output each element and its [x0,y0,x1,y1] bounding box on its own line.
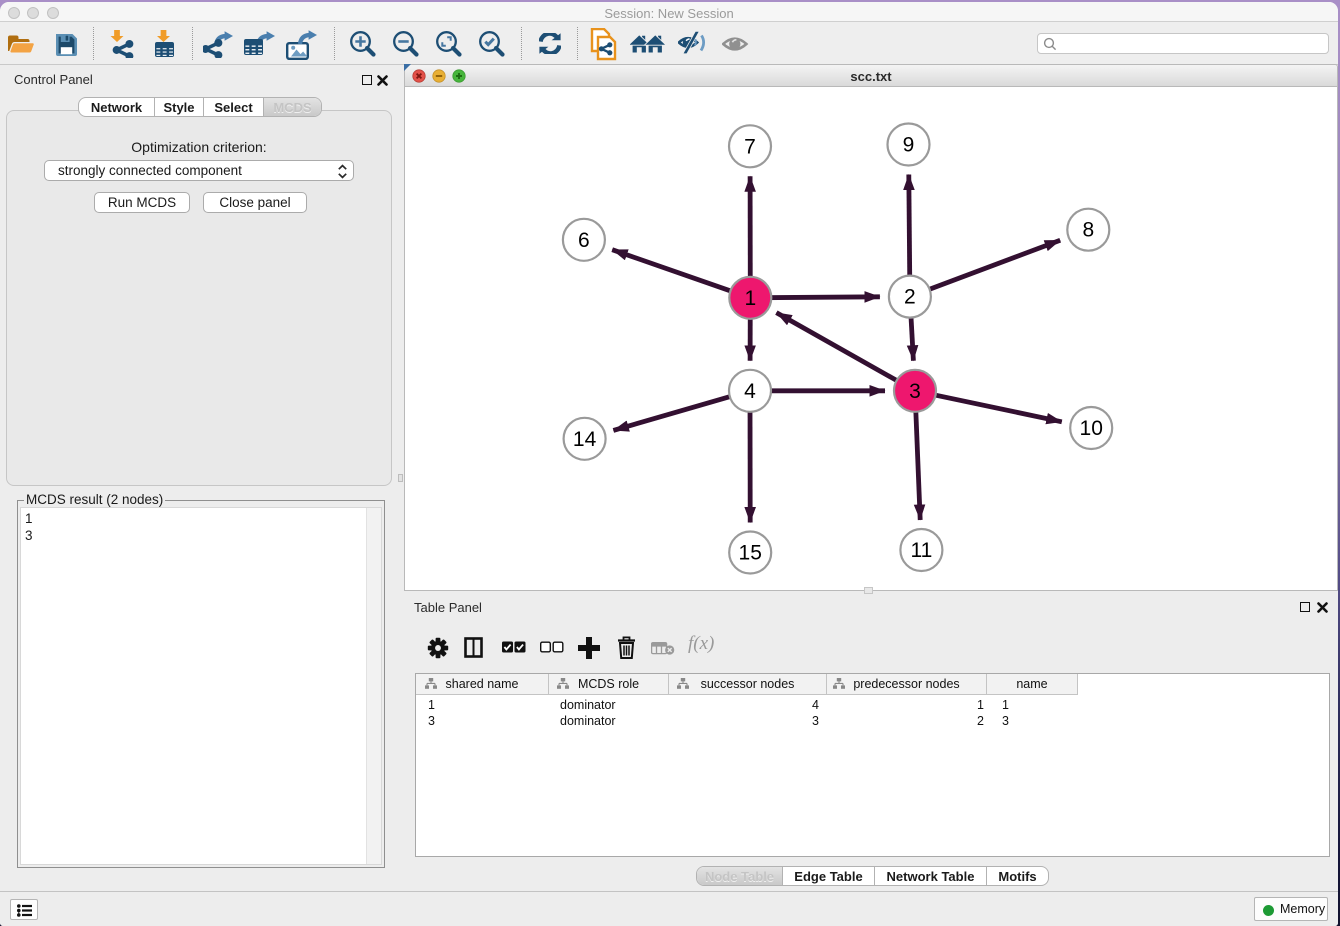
svg-text:9: 9 [903,134,915,157]
svg-text:11: 11 [910,539,932,562]
svg-text:3: 3 [909,380,921,403]
svg-text:10: 10 [1080,417,1103,440]
svg-text:6: 6 [578,229,590,252]
svg-text:8: 8 [1082,219,1094,242]
svg-text:4: 4 [744,380,756,403]
svg-text:15: 15 [739,542,762,565]
svg-text:2: 2 [904,286,916,309]
svg-text:14: 14 [573,428,597,451]
svg-text:7: 7 [744,135,756,158]
svg-text:1: 1 [744,287,756,310]
